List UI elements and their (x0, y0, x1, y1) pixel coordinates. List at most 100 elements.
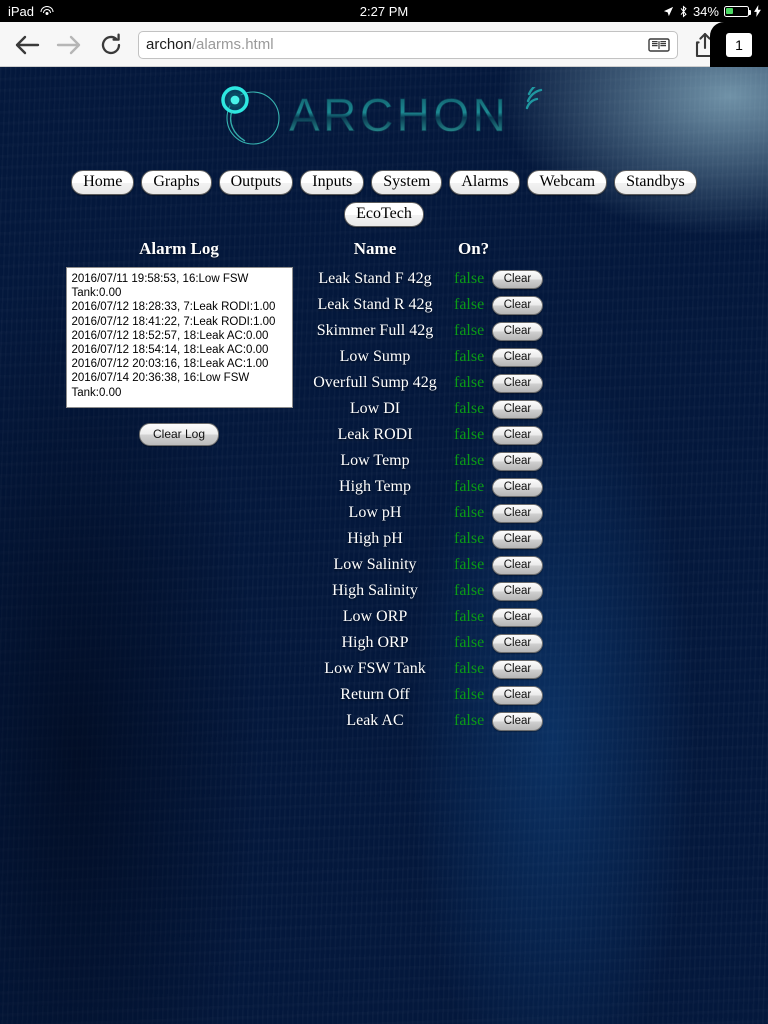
alarm-state-value: false (454, 708, 492, 734)
nav-item-graphs[interactable]: Graphs (141, 170, 211, 195)
wifi-icon (40, 6, 54, 17)
alarm-clear-cell: Clear (492, 708, 556, 734)
status-bar-right: 34% (515, 4, 768, 19)
clear-alarm-button[interactable]: Clear (492, 660, 543, 679)
clear-alarm-button[interactable]: Clear (492, 582, 543, 601)
alarm-name: Low Salinity (296, 552, 454, 578)
alarm-log-entry: 2016/07/11 19:58:53, 16:Low FSW Tank:0.0… (72, 272, 287, 300)
alarm-log-panel: Alarm Log 2016/07/11 19:58:53, 16:Low FS… (50, 239, 308, 446)
clear-alarm-button[interactable]: Clear (492, 634, 543, 653)
alarm-log-entry: 2016/07/14 20:36:38, 16:Low FSW Tank:0.0… (72, 371, 287, 399)
clear-alarm-button[interactable]: Clear (492, 374, 543, 393)
clear-alarm-button[interactable]: Clear (492, 426, 543, 445)
nav-item-system[interactable]: System (371, 170, 442, 195)
alarm-state-value: false (454, 344, 492, 370)
alarm-name: High pH (296, 526, 454, 552)
clear-alarm-button[interactable]: Clear (492, 478, 543, 497)
clear-alarm-button[interactable]: Clear (492, 348, 543, 367)
clear-alarm-button[interactable]: Clear (492, 686, 543, 705)
alarm-name: Low Sump (296, 344, 454, 370)
alarm-state-value: false (454, 266, 492, 292)
alarm-clear-cell: Clear (492, 604, 556, 630)
location-arrow-icon (663, 6, 674, 17)
nav-row-secondary: EcoTech (344, 202, 424, 227)
alarm-row: Low SumpfalseClear (296, 344, 556, 370)
url-host: archon (146, 36, 192, 53)
site-logo: ARCHON (0, 80, 768, 152)
nav-item-ecotech[interactable]: EcoTech (344, 202, 424, 227)
alarm-clear-cell: Clear (492, 292, 556, 318)
nav-item-outputs[interactable]: Outputs (219, 170, 294, 195)
alarm-clear-cell: Clear (492, 630, 556, 656)
clear-alarm-button[interactable]: Clear (492, 322, 543, 341)
clear-alarm-button[interactable]: Clear (492, 608, 543, 627)
battery-percent-label: 34% (693, 4, 719, 19)
forward-arrow-icon (56, 34, 82, 56)
status-bar-clock: 2:27 PM (253, 4, 514, 19)
clear-alarm-button[interactable]: Clear (492, 400, 543, 419)
nav-item-home[interactable]: Home (71, 170, 134, 195)
lightning-bolt-icon (754, 5, 761, 17)
nav-item-inputs[interactable]: Inputs (300, 170, 364, 195)
column-header-on: On? (454, 239, 556, 266)
nav-item-webcam[interactable]: Webcam (527, 170, 607, 195)
carrier-label: iPad (8, 4, 34, 19)
tab-overview-button[interactable]: 1 (710, 22, 768, 67)
alarm-row: Skimmer Full 42gfalseClear (296, 318, 556, 344)
clear-alarm-button[interactable]: Clear (492, 296, 543, 315)
url-path: /alarms.html (192, 36, 274, 53)
alarm-row: Overfull Sump 42gfalseClear (296, 370, 556, 396)
clear-alarm-button[interactable]: Clear (492, 504, 543, 523)
alarm-name: High ORP (296, 630, 454, 656)
alarm-log-entry: 2016/07/12 18:52:57, 18:Leak AC:0.00 (72, 329, 287, 343)
alarm-state-value: false (454, 396, 492, 422)
nav-item-alarms[interactable]: Alarms (449, 170, 520, 195)
ios-status-bar: iPad 2:27 PM 34% (0, 0, 768, 22)
alarm-log-box[interactable]: 2016/07/11 19:58:53, 16:Low FSW Tank:0.0… (66, 267, 293, 408)
alarm-clear-cell: Clear (492, 344, 556, 370)
alarm-clear-cell: Clear (492, 682, 556, 708)
alarm-clear-cell: Clear (492, 500, 556, 526)
alarm-state-value: false (454, 292, 492, 318)
nav-item-standbys[interactable]: Standbys (614, 170, 697, 195)
clear-alarm-button[interactable]: Clear (492, 712, 543, 731)
alarm-row: Low TempfalseClear (296, 448, 556, 474)
alarm-row: High pHfalseClear (296, 526, 556, 552)
reader-view-icon[interactable] (648, 37, 670, 53)
alarm-clear-cell: Clear (492, 474, 556, 500)
alarm-clear-cell: Clear (492, 552, 556, 578)
alarm-name: Return Off (296, 682, 454, 708)
battery-icon (724, 6, 749, 17)
alarm-state-value: false (454, 630, 492, 656)
alarm-name: Low Temp (296, 448, 454, 474)
tab-count-label: 1 (726, 33, 752, 57)
address-bar[interactable]: archon/alarms.html (138, 31, 678, 59)
alarm-name: High Salinity (296, 578, 454, 604)
alarm-log-entry: 2016/07/12 20:03:16, 18:Leak AC:1.00 (72, 357, 287, 371)
alarm-row: Leak ACfalseClear (296, 708, 556, 734)
alarm-row: Leak RODIfalseClear (296, 422, 556, 448)
alarms-table: Name On? Leak Stand F 42gfalseClearLeak … (296, 239, 556, 734)
alarm-row: Low DIfalseClear (296, 396, 556, 422)
clear-alarm-button[interactable]: Clear (492, 556, 543, 575)
clear-alarm-button[interactable]: Clear (492, 530, 543, 549)
alarm-row: High SalinityfalseClear (296, 578, 556, 604)
reload-button[interactable] (92, 26, 130, 64)
alarm-state-value: false (454, 448, 492, 474)
archon-wordmark: ARCHON (289, 87, 549, 145)
alarm-log-entry: 2016/07/12 18:41:22, 7:Leak RODI:1.00 (72, 315, 287, 329)
clear-alarm-button[interactable]: Clear (492, 452, 543, 471)
alarm-row: Leak Stand R 42gfalseClear (296, 292, 556, 318)
clear-alarm-button[interactable]: Clear (492, 270, 543, 289)
alarm-name: Leak Stand F 42g (296, 266, 454, 292)
alarm-name: Leak AC (296, 708, 454, 734)
alarm-row: High ORPfalseClear (296, 630, 556, 656)
alarm-state-value: false (454, 318, 492, 344)
clear-log-button[interactable]: Clear Log (139, 423, 219, 446)
alarm-clear-cell: Clear (492, 578, 556, 604)
archon-eye-logo-icon (219, 84, 283, 148)
back-button[interactable] (8, 26, 46, 64)
alarms-table-header-row: Name On? (296, 239, 556, 266)
forward-button[interactable] (50, 26, 88, 64)
alarm-state-value: false (454, 500, 492, 526)
